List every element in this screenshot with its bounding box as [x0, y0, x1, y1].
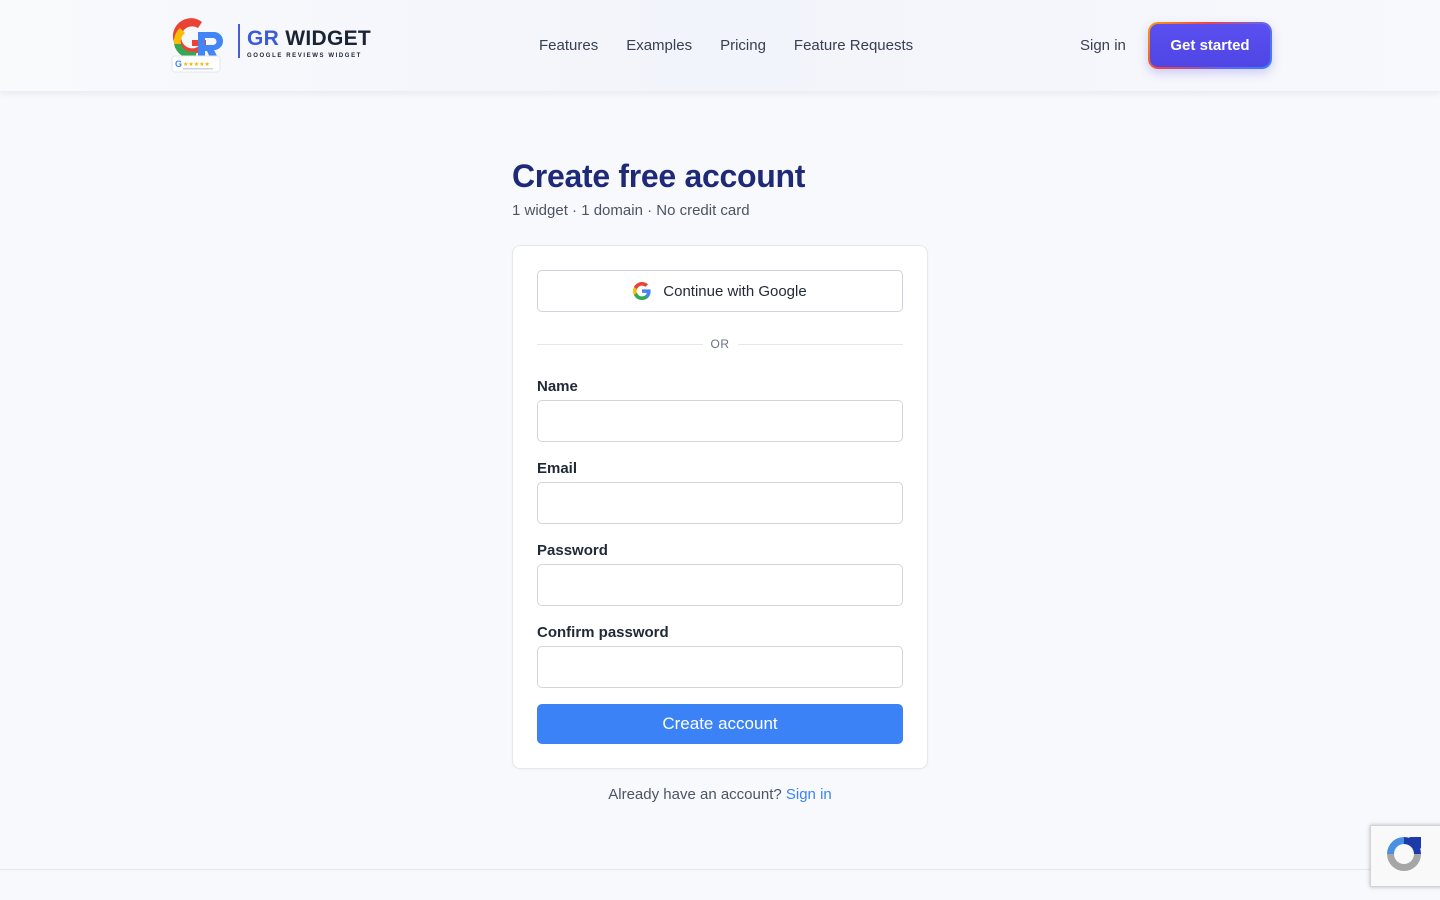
- email-label: Email: [537, 460, 578, 477]
- page-title: Create free account: [512, 158, 806, 194]
- brand-name-prefix: GR: [247, 27, 280, 50]
- signup-card: Continue with Google OR Name Email Passw…: [512, 245, 928, 769]
- password-label: Password: [537, 542, 608, 559]
- svg-text:★★★★★: ★★★★★: [183, 61, 210, 68]
- nav-item-examples[interactable]: Examples: [626, 36, 692, 56]
- password-field[interactable]: [537, 564, 903, 606]
- get-started-button[interactable]: Get started: [1150, 24, 1270, 67]
- nav-item-feature-requests[interactable]: Feature Requests: [794, 36, 913, 56]
- name-field[interactable]: [537, 400, 903, 442]
- site-header: G ★★★★★ GR WIDGET GOOGLE REVIEWS WIDGET …: [0, 0, 1440, 92]
- divider-line-left: [537, 343, 703, 345]
- brand-name: GR WIDGET: [247, 27, 371, 51]
- logo-divider: [238, 24, 240, 58]
- or-divider: OR: [537, 336, 903, 352]
- nav-item-features[interactable]: Features: [539, 36, 598, 56]
- brand-name-suffix: WIDGET: [279, 27, 372, 50]
- header-sign-in-link[interactable]: Sign in: [1080, 36, 1126, 56]
- sign-in-prompt: Already have an account? Sign in: [0, 786, 1440, 804]
- divider-line-right: [737, 343, 903, 345]
- main-nav: Features Examples Pricing Feature Reques…: [539, 36, 913, 56]
- brand-tagline: GOOGLE REVIEWS WIDGET: [247, 53, 362, 59]
- get-started-button-frame: Get started: [1148, 22, 1272, 69]
- google-button-label: Continue with Google: [663, 282, 807, 300]
- sign-in-prompt-text: Already have an account?: [608, 786, 786, 803]
- gr-logo-icon: G ★★★★★: [168, 14, 232, 76]
- divider-label: OR: [710, 337, 730, 351]
- page-subtitle: 1 widget · 1 domain · No credit card: [512, 202, 750, 219]
- name-label: Name: [537, 378, 578, 395]
- footer-sign-in-link[interactable]: Sign in: [786, 786, 832, 803]
- google-icon: [633, 282, 651, 300]
- confirm-password-field[interactable]: [537, 646, 903, 688]
- nav-item-pricing[interactable]: Pricing: [720, 36, 766, 56]
- page-divider: [0, 869, 1440, 870]
- svg-text:G: G: [175, 59, 182, 69]
- confirm-password-label: Confirm password: [537, 624, 669, 641]
- logo-text: GR WIDGET GOOGLE REVIEWS WIDGET: [247, 27, 371, 59]
- email-field[interactable]: [537, 482, 903, 524]
- recaptcha-badge[interactable]: [1370, 825, 1440, 887]
- create-account-button[interactable]: Create account: [537, 704, 903, 744]
- continue-with-google-button[interactable]: Continue with Google: [537, 270, 903, 312]
- recaptcha-icon: [1383, 833, 1425, 880]
- brand-logo[interactable]: G ★★★★★ GR WIDGET GOOGLE REVIEWS WIDGET: [168, 14, 382, 76]
